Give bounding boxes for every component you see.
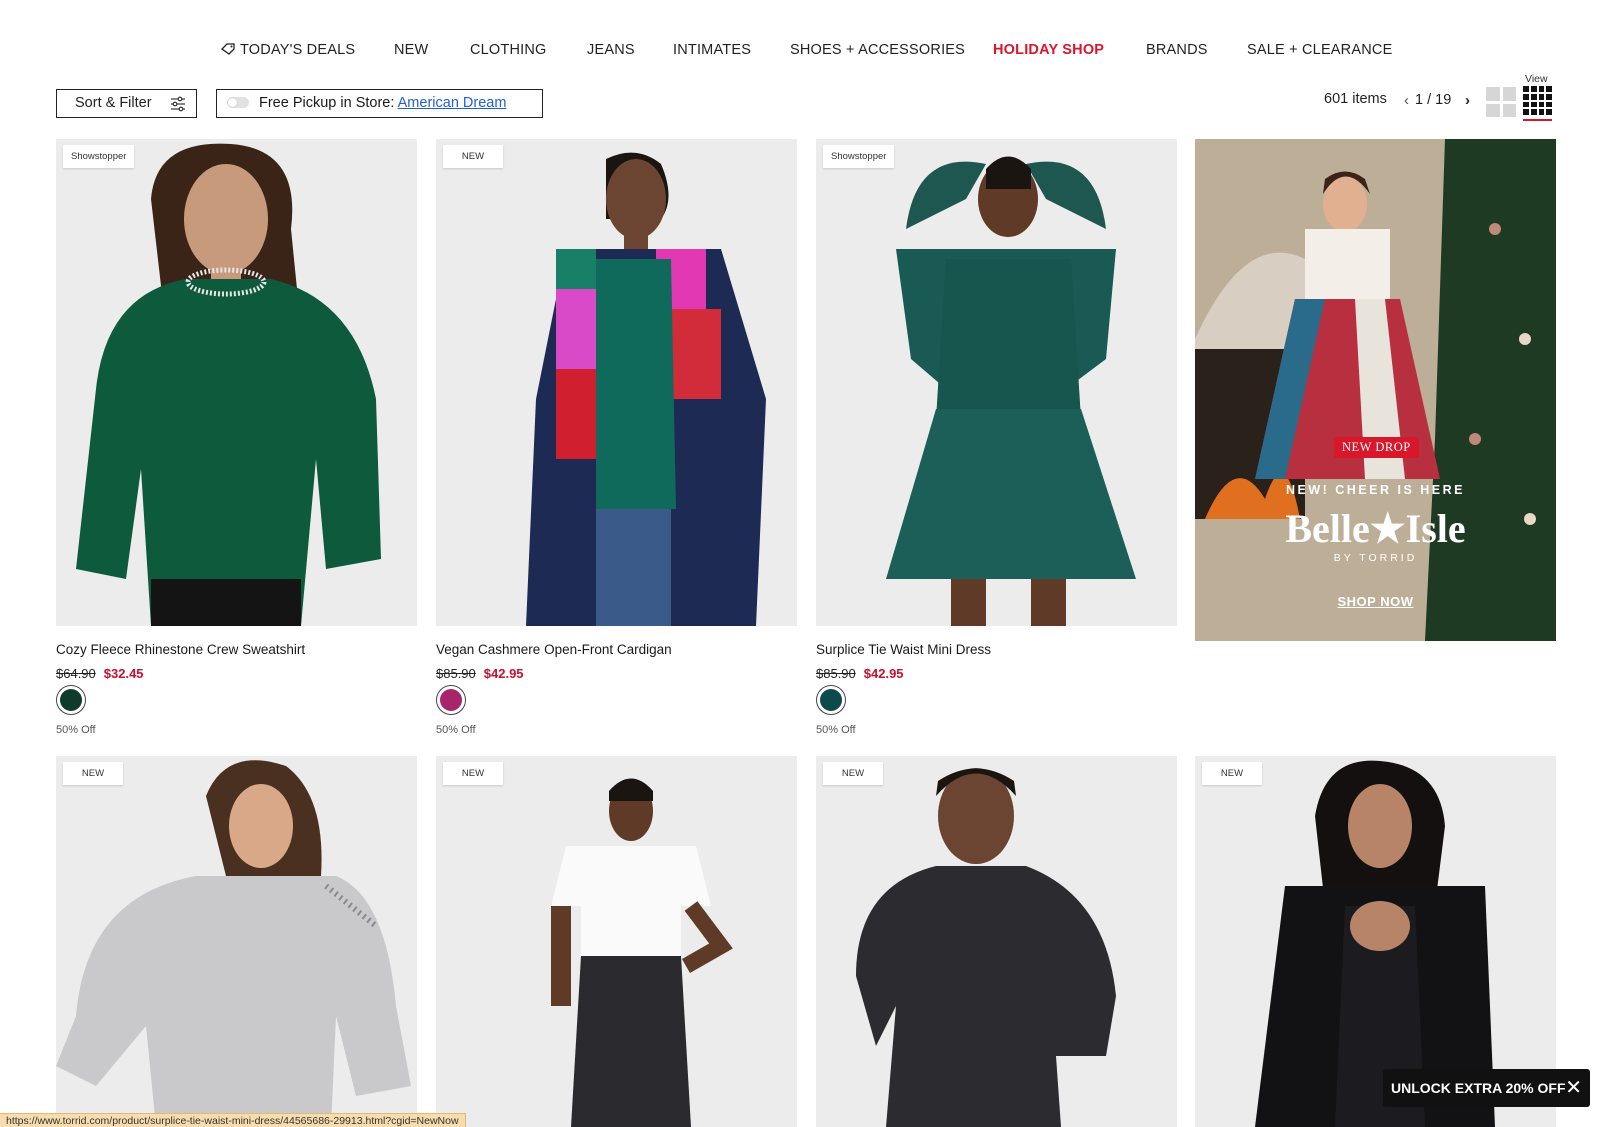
close-icon[interactable]: ✕ xyxy=(1565,1069,1582,1107)
sort-filter-label: Sort & Filter xyxy=(75,95,152,111)
sale-price: $42.95 xyxy=(863,666,904,681)
product-name[interactable]: Vegan Cashmere Open-Front Cardigan xyxy=(436,642,672,657)
store-link[interactable]: American Dream xyxy=(398,95,507,111)
unlock-offer-button[interactable]: UNLOCK EXTRA 20% OFF ✕ xyxy=(1383,1069,1590,1107)
original-price: $85.90 xyxy=(816,666,856,681)
unlock-offer-label: UNLOCK EXTRA 20% OFF xyxy=(1391,1080,1566,1096)
product-badge: Showstopper xyxy=(823,145,895,168)
product-badge: NEW xyxy=(823,762,883,785)
product-price: $85.90 $42.95 xyxy=(816,666,904,681)
discount-label: 50% Off xyxy=(436,724,476,736)
product-badge: NEW xyxy=(1202,762,1262,785)
sale-price: $32.45 xyxy=(103,666,144,681)
product-name[interactable]: Surplice Tie Waist Mini Dress xyxy=(816,642,991,657)
status-bar-url: https://www.torrid.com/product/surplice-… xyxy=(0,1113,466,1127)
original-price: $64.90 xyxy=(56,666,96,681)
tag-icon xyxy=(221,43,235,55)
promo-byline: BY TORRID xyxy=(1333,552,1418,564)
promo-subtitle: NEW! CHEER IS HERE xyxy=(1285,483,1466,497)
main-nav: TODAY'S DEALS NEW CLOTHING JEANS INTIMAT… xyxy=(0,38,1600,64)
discount-label: 50% Off xyxy=(816,724,856,736)
product-price: $85.90 $42.95 xyxy=(436,666,524,681)
nav-item-intimates[interactable]: INTIMATES xyxy=(673,42,751,58)
prev-page-button[interactable]: ‹ xyxy=(1404,92,1409,109)
nav-item-brands[interactable]: BRANDS xyxy=(1146,42,1208,58)
product-image[interactable]: NEW xyxy=(436,139,797,626)
color-swatch[interactable] xyxy=(436,685,466,715)
page-indicator: 1 / 19 xyxy=(1415,92,1452,108)
pickup-label: Free Pickup in Store: xyxy=(259,95,395,111)
promo-brand: Belle★Isle xyxy=(1285,506,1466,551)
promo-tag: NEW DROP xyxy=(1334,437,1419,458)
product-badge: NEW xyxy=(443,145,503,168)
sort-filter-button[interactable]: Sort & Filter xyxy=(56,89,197,118)
nav-item-todays-deals[interactable]: TODAY'S DEALS xyxy=(221,42,355,58)
product-image[interactable]: NEW xyxy=(816,756,1177,1127)
nav-item-holiday-shop[interactable]: HOLIDAY SHOP xyxy=(993,42,1104,58)
nav-item-new[interactable]: NEW xyxy=(394,42,428,58)
product-image[interactable]: Showstopper xyxy=(56,139,417,626)
filter-sliders-icon xyxy=(171,96,185,112)
product-badge: NEW xyxy=(443,762,503,785)
nav-item-jeans[interactable]: JEANS xyxy=(587,42,635,58)
color-swatch[interactable] xyxy=(816,685,846,715)
pickup-toggle-switch[interactable] xyxy=(227,97,249,108)
free-pickup-toggle: Free Pickup in Store: American Dream xyxy=(216,89,543,118)
sale-price: $42.95 xyxy=(483,666,524,681)
product-image[interactable]: Showstopper xyxy=(816,139,1177,626)
nav-item-clothing[interactable]: CLOTHING xyxy=(470,42,547,58)
product-price: $64.90 $32.45 xyxy=(56,666,144,681)
product-name[interactable]: Cozy Fleece Rhinestone Crew Sweatshirt xyxy=(56,642,305,657)
promo-banner-belle-isle[interactable]: NEW DROP NEW! CHEER IS HERE Belle★Isle B… xyxy=(1195,139,1556,641)
next-page-button[interactable]: › xyxy=(1465,92,1470,109)
product-badge: NEW xyxy=(63,762,123,785)
items-count: 601 items xyxy=(1324,91,1387,107)
promo-image xyxy=(1195,139,1556,641)
product-image[interactable]: NEW xyxy=(436,756,797,1127)
original-price: $85.90 xyxy=(436,666,476,681)
shop-now-link[interactable]: SHOP NOW xyxy=(1195,594,1556,609)
view-label: View xyxy=(1525,73,1548,85)
nav-item-shoes-accessories[interactable]: SHOES + ACCESSORIES xyxy=(790,42,965,58)
color-swatch[interactable] xyxy=(56,685,86,715)
grid-2-view-icon[interactable] xyxy=(1486,87,1516,117)
product-image[interactable]: NEW xyxy=(56,756,417,1127)
active-view-indicator xyxy=(1523,119,1552,121)
nav-label: TODAY'S DEALS xyxy=(240,42,356,58)
grid-4-view-icon[interactable] xyxy=(1523,86,1552,115)
nav-item-sale-clearance[interactable]: SALE + CLEARANCE xyxy=(1247,42,1392,58)
product-badge: Showstopper xyxy=(63,145,135,168)
discount-label: 50% Off xyxy=(56,724,96,736)
